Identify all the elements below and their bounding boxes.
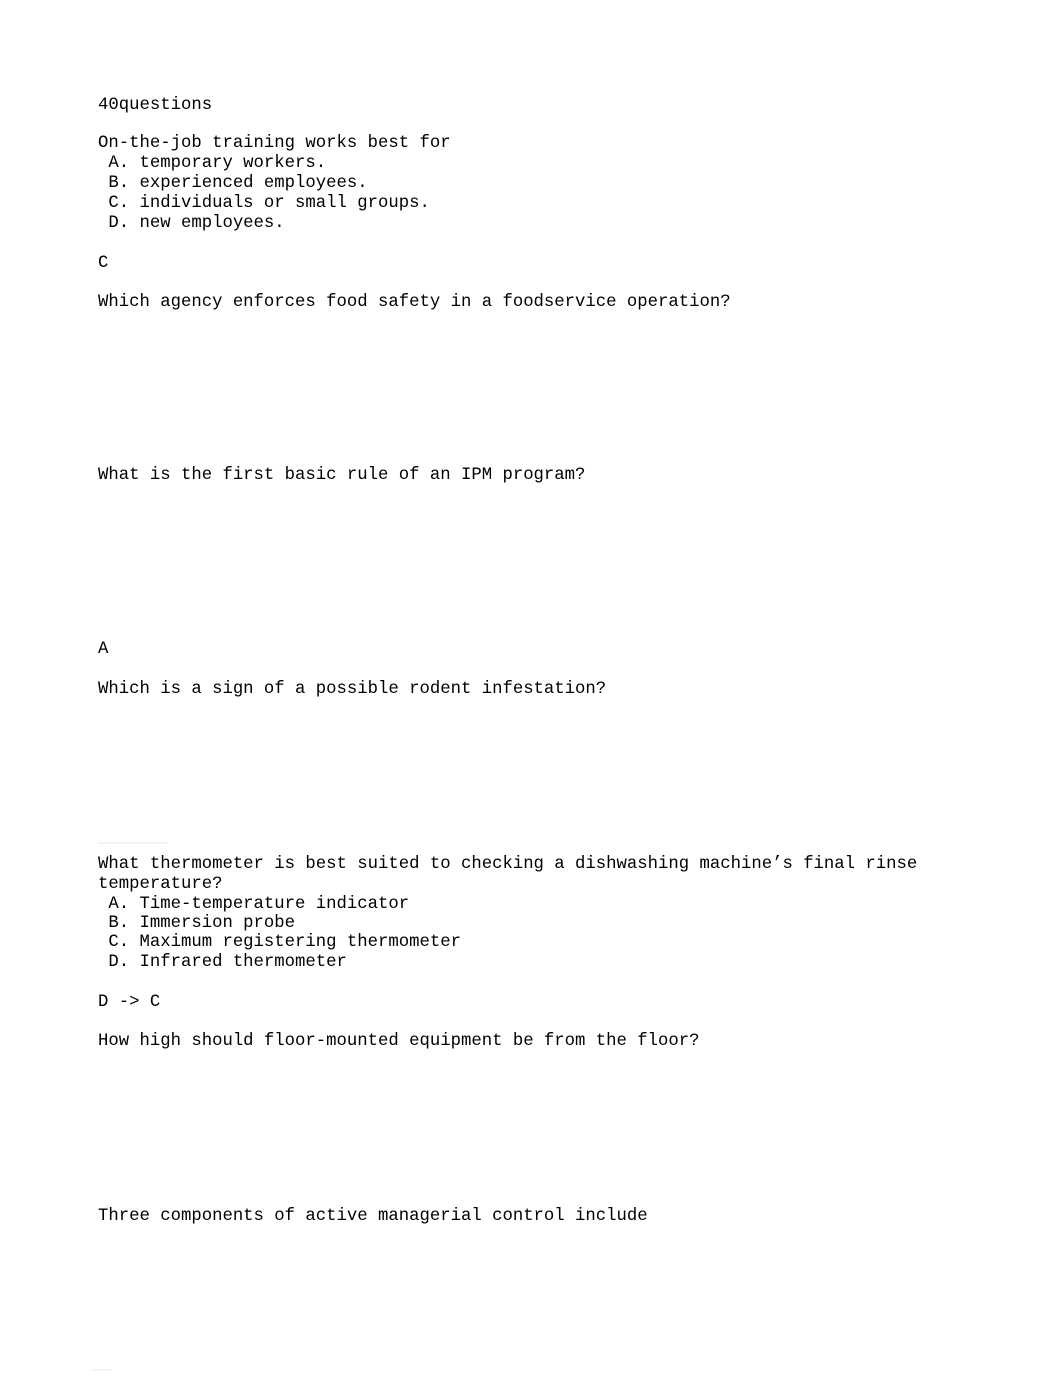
question-5-option-d: D. Infrared thermometer bbox=[98, 953, 347, 972]
question-4-text: Which is a sign of a possible rodent inf… bbox=[98, 680, 607, 699]
question-5-text-line-2: temperature? bbox=[98, 875, 223, 894]
question-1-text: On-the-job training works best for bbox=[98, 134, 451, 153]
question-5-text-line-1: What thermometer is best suited to check… bbox=[98, 855, 918, 874]
question-1-option-d: D. new employees. bbox=[98, 214, 285, 233]
question-1-option-b: B. experienced employees. bbox=[98, 174, 368, 193]
document-page: 40questions On-the-job training works be… bbox=[0, 0, 1062, 1377]
question-1-option-a: A. temporary workers. bbox=[98, 154, 327, 173]
question-1-option-c: C. individuals or small groups. bbox=[98, 194, 430, 213]
question-5-answer: D -> C bbox=[98, 993, 161, 1012]
question-3-text: What is the first basic rule of an IPM p… bbox=[98, 466, 586, 485]
document-header: 40questions bbox=[98, 96, 213, 115]
question-7-text: Three components of active managerial co… bbox=[98, 1207, 648, 1226]
question-5-option-b: B. Immersion probe bbox=[98, 914, 296, 933]
question-2-text: Which agency enforces food safety in a f… bbox=[98, 293, 731, 312]
faint-mark bbox=[98, 842, 168, 844]
question-6-text: How high should floor-mounted equipment … bbox=[98, 1032, 700, 1051]
question-1-answer: C bbox=[98, 254, 109, 273]
question-5-option-c: C. Maximum registering thermometer bbox=[98, 933, 461, 952]
faint-mark bbox=[92, 1369, 112, 1371]
question-3-answer: A bbox=[98, 640, 109, 659]
question-5-option-a: A. Time-temperature indicator bbox=[98, 895, 410, 914]
